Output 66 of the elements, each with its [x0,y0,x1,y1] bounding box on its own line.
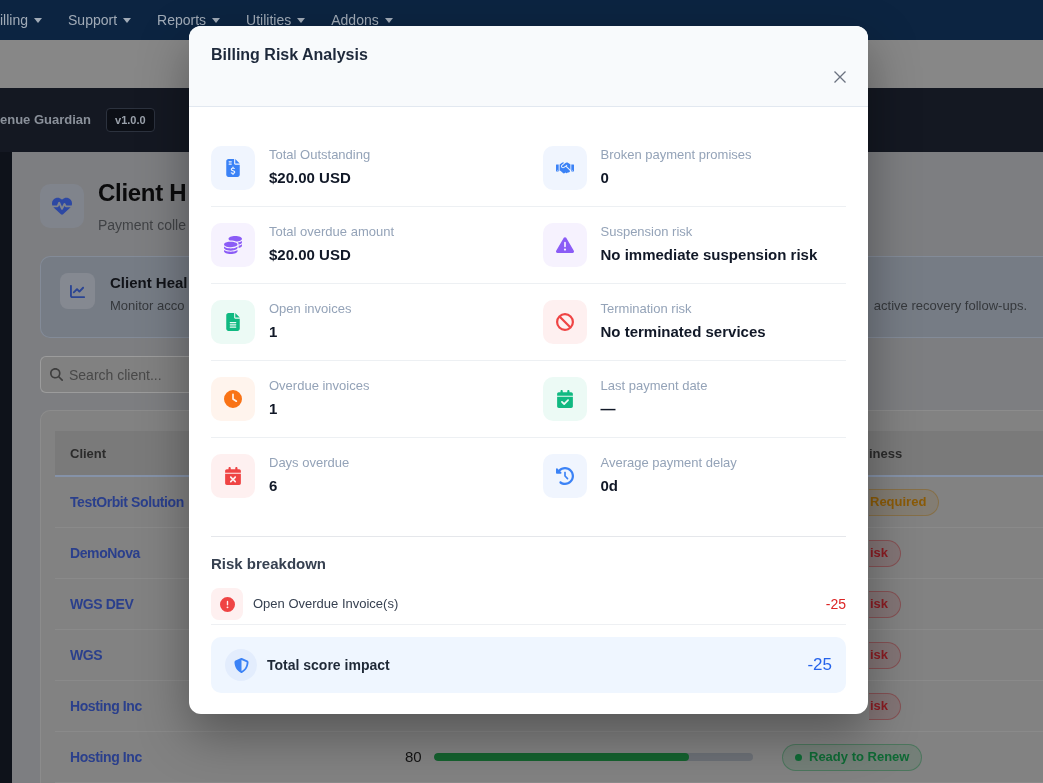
metric-label: Broken payment promises [600,146,752,164]
total-value: -25 [807,654,832,677]
close-button[interactable] [834,71,846,83]
metric-label: Open invoices [269,300,352,318]
caret-icon [212,17,221,23]
metric-label: Total overdue amount [269,223,395,241]
status-badge: isk [869,590,902,618]
metric-value: — [600,399,617,419]
metric-label: Days overdue [269,454,350,472]
breakdown-impact: -25 [825,594,846,614]
search-icon [50,368,63,381]
metric-value: 1 [269,399,279,419]
caret-icon [123,17,132,23]
search-field[interactable]: Search client... [40,356,189,393]
client-link[interactable]: WGS [70,647,103,663]
metric-label: Last payment date [600,377,708,395]
metric-label: Average payment delay [600,454,737,472]
status-badge: isk [869,539,902,567]
dialog-title: Billing Risk Analysis [211,45,368,65]
column-header: Client [70,446,107,461]
version-badge: v1.0.0 [106,107,155,133]
metric-value: 1 [269,322,279,342]
status-badge: Required [869,488,940,516]
section-heading: Risk breakdown [211,554,327,574]
nav-menu-item[interactable]: illing [0,9,42,31]
status-badge: isk [869,692,902,720]
client-link[interactable]: TestOrbit Solution [70,494,184,510]
client-link[interactable]: DemoNova [70,545,140,561]
page-title: Client H [98,178,187,208]
total-label: Total score impact [267,655,390,675]
info-card-title: Client Heal [110,273,188,293]
caret-icon [384,17,393,23]
nav-menu-item[interactable]: Utilities [246,9,306,31]
info-card-text: active recovery follow-ups. [873,297,1027,315]
score-value: 80 [405,746,422,767]
info-card-text: Monitor acco [110,297,185,315]
close-icon [834,71,846,83]
metric-label: Total Outstanding [269,146,371,164]
status-badge: isk [869,641,902,669]
page-subtitle: Payment colle [98,216,187,234]
shield-icon [225,649,257,681]
caret-icon [297,17,306,23]
breakdown-label: Open Overdue Invoice(s) [253,595,399,614]
client-link[interactable]: WGS DEV [70,596,134,612]
metric-value: No terminated services [600,322,766,342]
column-header: iness [869,446,903,461]
metric-value: 0 [600,168,610,188]
chart-icon [60,273,95,309]
metric-value: 0d [600,476,619,496]
caret-icon [34,17,42,23]
metric-label: Termination risk [600,300,693,318]
exclamation-icon [211,588,243,620]
nav-menu-item[interactable]: Addons [331,9,393,31]
metric-value: $20.00 USD [269,168,352,188]
metric-label: Suspension risk [600,223,694,241]
nav-menu-item[interactable]: Reports [157,9,221,31]
metric-label: Overdue invoices [269,377,370,395]
app-title: enue Guardian [0,111,92,130]
metric-value: No immediate suspension risk [600,245,818,265]
metric-value: 6 [269,476,279,496]
nav-menu-item[interactable]: Support [68,9,132,31]
client-link[interactable]: Hosting Inc [70,749,142,765]
status-badge: Ready to Renew [782,743,923,771]
metric-value: $20.00 USD [269,245,352,265]
heart-pulse-icon [40,184,84,228]
client-link[interactable]: Hosting Inc [70,698,142,714]
